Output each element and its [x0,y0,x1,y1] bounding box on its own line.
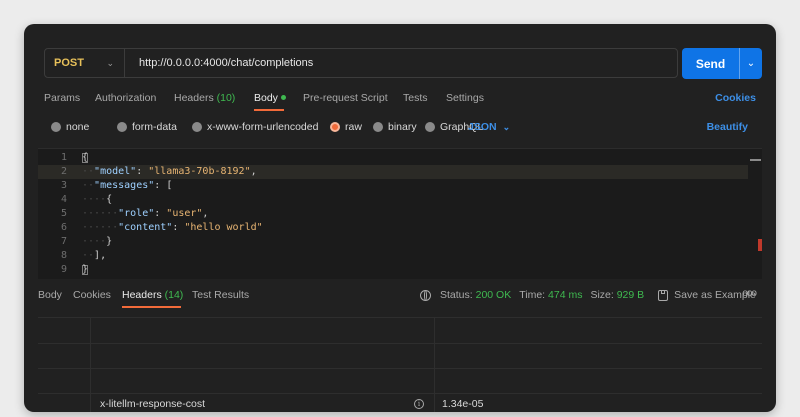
cookies-link[interactable]: Cookies [715,92,756,104]
header-key: x-litellm-response-cost [100,398,206,410]
editor-line: 2 ··"model": "llama3-70b-8192", [38,165,748,179]
active-tab-underline [254,109,284,111]
time-value[interactable]: 474 ms [548,289,582,301]
radio-icon[interactable] [192,122,202,132]
tab-headers[interactable]: Headers (10) [174,92,235,104]
response-bar: Body Cookies Headers (14) Test Results S… [38,286,762,308]
time-label: Time: [519,289,546,301]
response-tab-body[interactable]: Body [38,289,62,301]
info-icon[interactable]: i [414,399,424,409]
tab-params[interactable]: Params [44,92,80,104]
response-headers-table: x-litellm-response-cost i 1.34e-05 [38,317,762,412]
chevron-down-icon[interactable]: ⌄ [740,58,762,69]
postman-window: POST ⌄ http://0.0.0.0:4000/chat/completi… [24,24,776,412]
chevron-down-icon: ⌄ [106,57,114,68]
tab-body[interactable]: Body [254,92,286,104]
table-divider [38,317,762,318]
send-button[interactable]: Send ⌄ [682,48,762,79]
status-label: Status: [440,289,473,301]
size-value[interactable]: 929 B [617,289,644,301]
chevron-down-icon: ⌄ [502,122,511,132]
editor-line: 6 ······"content": "hello world" [60,222,263,233]
tab-authorization[interactable]: Authorization [95,92,156,104]
body-type-options: none form-data x-www-form-urlencoded raw… [48,121,756,137]
active-response-tab-underline [122,306,181,308]
response-headers-count: (14) [164,289,184,301]
editor-line: 4 ····{ [60,194,113,205]
tab-settings[interactable]: Settings [446,92,484,104]
scrollbar-error-marker [758,239,762,251]
modified-dot-icon [280,94,286,100]
status-value[interactable]: 200 OK [476,289,512,301]
editor-line: 9 } [60,264,89,275]
editor-line: 7 ····} [60,236,113,247]
editor-line: 1 { [60,152,89,163]
method-dropdown[interactable]: POST ⌄ [45,49,125,77]
radio-x-www-form-urlencoded[interactable]: x-www-form-urlencoded [192,121,318,133]
response-status-group: Status: 200 OK Time: 474 ms Size: 929 B … [420,289,756,301]
radio-icon[interactable] [117,122,127,132]
response-tab-headers[interactable]: Headers (14) [122,289,183,301]
request-tabs: Params Authorization Headers (10) Body P… [44,92,756,112]
editor-scrollbar[interactable] [752,149,762,279]
tab-tests[interactable]: Tests [403,92,428,104]
radio-icon[interactable] [51,122,61,132]
beautify-link[interactable]: Beautify [707,121,748,133]
radio-icon[interactable] [425,122,435,132]
headers-count: (10) [216,92,236,104]
editor-line: 5 ······"role": "user", [60,208,209,219]
url-input[interactable]: http://0.0.0.0:4000/chat/completions [139,57,313,69]
url-bar: POST ⌄ http://0.0.0.0:4000/chat/completi… [44,48,678,78]
table-divider [38,343,762,344]
editor-line: 3 ··"messages": [ [60,180,173,191]
table-column-divider [90,317,91,412]
save-icon[interactable] [658,289,669,301]
radio-raw[interactable]: raw [330,121,362,133]
header-value: 1.34e-05 [442,398,484,410]
radio-icon[interactable] [373,122,383,132]
radio-none[interactable]: none [51,121,89,133]
format-dropdown[interactable]: JSON ⌄ [468,121,510,133]
tab-pre-request-script[interactable]: Pre-request Script [303,92,388,104]
table-divider [38,393,762,394]
globe-icon[interactable] [420,289,431,301]
code-editor[interactable]: 1 { 2 ··"model": "llama3-70b-8192", 3 ··… [38,148,762,279]
editor-line: 8 ··], [60,250,107,261]
response-tab-cookies[interactable]: Cookies [73,289,111,301]
radio-checked-icon[interactable] [330,122,340,132]
scrollbar-thumb[interactable] [750,159,761,161]
response-tab-test-results[interactable]: Test Results [192,289,249,301]
send-label: Send [695,56,726,71]
more-options-icon[interactable]: ooo [742,288,757,299]
radio-form-data[interactable]: form-data [117,121,177,133]
table-divider [38,368,762,369]
method-label: POST [54,57,84,69]
radio-binary[interactable]: binary [373,121,417,133]
table-column-divider [434,317,435,412]
size-label: Size: [590,289,614,301]
